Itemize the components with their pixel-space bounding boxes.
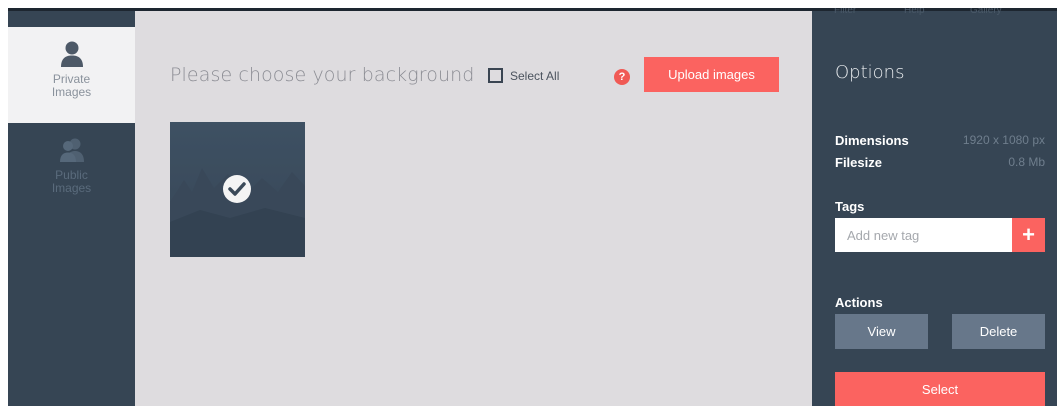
filesize-value: 0.8 Mb bbox=[1008, 155, 1045, 169]
image-gallery: Please choose your background Select All… bbox=[135, 11, 812, 406]
options-title: Options bbox=[835, 62, 905, 83]
menu-item-filter[interactable]: Filter bbox=[834, 8, 856, 16]
menu-item-help[interactable]: Help bbox=[904, 8, 925, 16]
tags-label: Tags bbox=[835, 199, 865, 214]
tab-public-label: Public Images bbox=[51, 168, 92, 195]
top-menu: Filter Help Gallery bbox=[812, 8, 1057, 17]
tab-private-images[interactable]: Private Images bbox=[8, 27, 135, 123]
options-panel: Filter Help Gallery Options Dimensions 1… bbox=[812, 8, 1057, 406]
dimensions-label: Dimensions bbox=[835, 133, 909, 148]
tab-public-images[interactable]: Public Images bbox=[8, 123, 135, 223]
dimensions-value: 1920 x 1080 px bbox=[962, 133, 1045, 147]
add-tag-button[interactable]: + bbox=[1012, 218, 1045, 252]
filesize-label: Filesize bbox=[835, 155, 882, 170]
actions-label: Actions bbox=[835, 295, 883, 310]
page-title: Please choose your background bbox=[170, 64, 475, 86]
help-icon[interactable]: ? bbox=[614, 69, 630, 85]
select-all-label: Select All bbox=[510, 68, 560, 83]
select-all-checkbox[interactable] bbox=[488, 68, 503, 83]
app-window: Private Images Public Images Please choo… bbox=[8, 8, 1057, 406]
user-icon bbox=[60, 41, 83, 67]
thumbnail-image bbox=[170, 122, 305, 257]
view-button[interactable]: View bbox=[835, 314, 928, 349]
select-button[interactable]: Select bbox=[835, 372, 1045, 406]
check-icon bbox=[223, 175, 251, 203]
menu-item-gallery[interactable]: Gallery bbox=[970, 8, 1002, 16]
select-all-toggle[interactable]: Select All bbox=[488, 68, 559, 83]
image-source-tabs: Private Images Public Images bbox=[8, 11, 135, 406]
tab-private-label: Private Images bbox=[51, 72, 92, 99]
delete-button[interactable]: Delete bbox=[952, 314, 1045, 349]
image-thumbnail[interactable] bbox=[170, 122, 305, 257]
tag-input[interactable] bbox=[835, 218, 1012, 252]
upload-images-button[interactable]: Upload images bbox=[644, 57, 779, 92]
users-icon bbox=[59, 138, 84, 162]
